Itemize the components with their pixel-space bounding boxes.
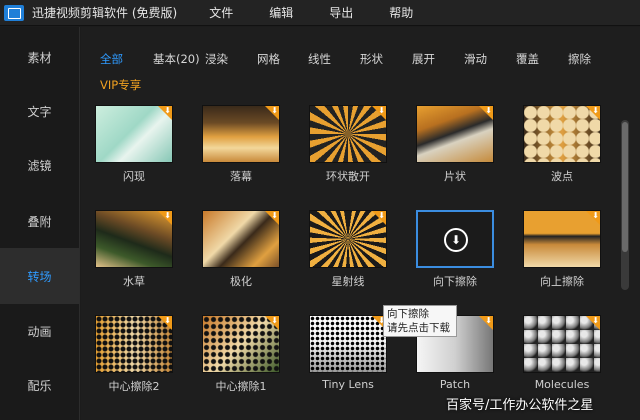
- download-icon: ⬇: [485, 106, 492, 115]
- transition-item[interactable]: ⬇ 环状散开: [298, 105, 398, 184]
- transition-label: 向上擦除: [540, 275, 584, 288]
- download-icon: ⬇: [485, 316, 492, 325]
- transition-thumbnail[interactable]: ⬇: [309, 210, 387, 268]
- menu-help[interactable]: 帮助: [389, 4, 413, 21]
- transition-item[interactable]: ⬇ 片状: [405, 105, 505, 184]
- download-icon: ⬇: [378, 106, 385, 115]
- sidebar-item-animation[interactable]: 动画: [0, 303, 79, 359]
- transition-label: 中心擦除2: [108, 380, 160, 393]
- menu-bar: 文件 编辑 导出 帮助: [209, 4, 449, 21]
- sidebar-item-material[interactable]: 素材: [0, 29, 79, 85]
- transition-label: 闪现: [123, 170, 145, 183]
- sidebar: 素材 文字 滤镜 叠附 转场 动画 配乐: [0, 27, 80, 420]
- transition-thumbnail[interactable]: ⬇: [309, 315, 387, 373]
- download-icon: ⬇: [164, 316, 171, 325]
- transition-panel: 全部 基本(20) 浸染 网格 线性 形状 展开 滑动 覆盖 擦除 VIP专享 …: [81, 27, 640, 420]
- transition-item[interactable]: ⬇ 极化: [191, 210, 291, 289]
- download-icon: ⬇: [271, 211, 278, 220]
- download-icon: ⬇: [592, 106, 599, 115]
- transition-thumbnail[interactable]: ⬇: [416, 105, 494, 163]
- transition-thumbnail[interactable]: ⬇: [523, 315, 601, 373]
- transition-thumbnail[interactable]: ⬇: [309, 105, 387, 163]
- tab-cover[interactable]: 覆盖: [516, 51, 539, 67]
- download-icon: ⬇: [271, 316, 278, 325]
- watermark-text: 百家号/工作办公软件之星: [446, 398, 594, 413]
- transition-item[interactable]: ⬇ 星射线: [298, 210, 398, 289]
- transition-item[interactable]: ⬇ 落幕: [191, 105, 291, 184]
- transition-item[interactable]: ⬇ 向下擦除: [405, 210, 505, 289]
- download-icon: ⬇: [378, 211, 385, 220]
- transition-thumbnail[interactable]: ⬇: [95, 105, 173, 163]
- transition-label: 环状散开: [326, 170, 370, 183]
- tooltip-hint: 请先点击下载: [387, 322, 450, 334]
- app-logo-icon: [4, 4, 24, 21]
- transition-label: Patch: [439, 378, 471, 391]
- tab-expand[interactable]: 展开: [412, 51, 435, 67]
- transition-thumbnail[interactable]: ⬇: [95, 315, 173, 373]
- transition-label: 中心擦除1: [215, 380, 267, 393]
- download-icon: ⬇: [592, 316, 599, 325]
- tab-wipe[interactable]: 擦除: [568, 51, 591, 67]
- transition-label: 星射线: [331, 275, 365, 288]
- transition-label: 波点: [551, 170, 573, 183]
- tab-all[interactable]: 全部: [100, 51, 123, 67]
- download-icon: ⬇: [164, 106, 171, 115]
- transition-thumbnail[interactable]: ⬇: [202, 315, 280, 373]
- scrollbar[interactable]: [621, 120, 629, 290]
- transition-item[interactable]: ⬇ 闪现: [84, 105, 184, 184]
- scrollbar-thumb[interactable]: [622, 122, 628, 252]
- tab-grid[interactable]: 网格: [257, 51, 280, 67]
- transition-thumbnail[interactable]: ⬇: [523, 210, 601, 268]
- transition-label: 水草: [123, 275, 145, 288]
- tab-slide[interactable]: 滑动: [464, 51, 487, 67]
- download-icon: ⬇: [271, 106, 278, 115]
- tab-shape[interactable]: 形状: [360, 51, 383, 67]
- transition-item[interactable]: ⬇ 中心擦除1: [191, 315, 291, 394]
- transition-label: 片状: [444, 170, 466, 183]
- transition-label: Tiny Lens: [322, 378, 374, 391]
- app-title: 迅捷视频剪辑软件 (免费版): [32, 6, 178, 20]
- tab-basic[interactable]: 基本(20): [153, 51, 200, 67]
- transition-label: 向下擦除: [433, 275, 477, 288]
- sidebar-item-text[interactable]: 文字: [0, 83, 79, 139]
- sidebar-item-filter[interactable]: 滤镜: [0, 137, 79, 193]
- transition-item[interactable]: ⬇ Molecules: [512, 315, 612, 391]
- transition-item[interactable]: ⬇ 中心擦除2: [84, 315, 184, 394]
- transition-thumbnail[interactable]: ⬇: [523, 105, 601, 163]
- transition-label: Molecules: [534, 378, 590, 391]
- sidebar-item-overlay[interactable]: 叠附: [0, 193, 79, 249]
- menu-edit[interactable]: 编辑: [269, 4, 293, 21]
- tooltip: 向下擦除 请先点击下载: [383, 305, 457, 337]
- transition-item[interactable]: ⬇ 向上擦除: [512, 210, 612, 289]
- transition-item[interactable]: ⬇ 水草: [84, 210, 184, 289]
- vip-label[interactable]: VIP专享: [100, 77, 141, 93]
- sidebar-item-music[interactable]: 配乐: [0, 357, 79, 413]
- transition-item[interactable]: ⬇ 波点: [512, 105, 612, 184]
- download-icon: ⬇: [164, 211, 171, 220]
- menu-export[interactable]: 导出: [329, 4, 353, 21]
- tooltip-title: 向下擦除: [387, 308, 429, 320]
- category-tabs: 全部 基本(20) 浸染 网格 线性 形状 展开 滑动 覆盖 擦除: [81, 51, 621, 71]
- transition-thumbnail[interactable]: ⬇: [202, 105, 280, 163]
- transition-grid: ⬇ 闪现 ⬇ 落幕 ⬇ 环状散开 ⬇ 片状 ⬇ 波点 ⬇ 水草 ⬇ 极化 ⬇ 星…: [81, 105, 616, 420]
- title-bar: 迅捷视频剪辑软件 (免费版) 文件 编辑 导出 帮助: [0, 0, 640, 26]
- transition-thumbnail[interactable]: ⬇: [95, 210, 173, 268]
- download-icon: ⬇: [592, 211, 599, 220]
- tab-linear[interactable]: 线性: [308, 51, 331, 67]
- tab-dip[interactable]: 浸染: [205, 51, 228, 67]
- download-icon[interactable]: ⬇: [444, 228, 468, 252]
- sidebar-item-transition[interactable]: 转场: [0, 248, 79, 304]
- transition-thumbnail[interactable]: ⬇: [202, 210, 280, 268]
- menu-file[interactable]: 文件: [209, 4, 233, 21]
- transition-thumbnail[interactable]: ⬇: [416, 210, 494, 268]
- transition-label: 落幕: [230, 170, 252, 183]
- transition-label: 极化: [230, 275, 252, 288]
